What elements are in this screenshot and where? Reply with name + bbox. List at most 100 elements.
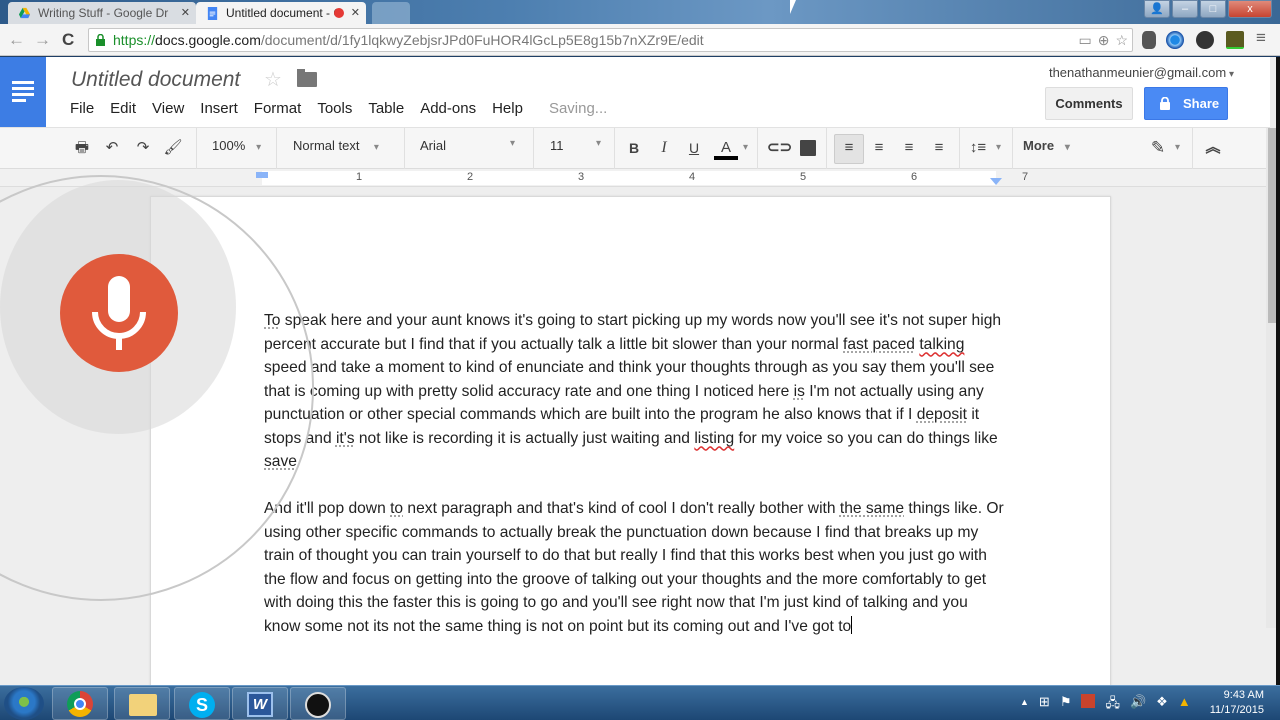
left-indent-handle[interactable]: [256, 172, 268, 178]
style-select[interactable]: Normal text ▾: [293, 138, 379, 153]
text-cursor: [851, 615, 853, 634]
comments-button[interactable]: Comments: [1045, 87, 1133, 120]
menu-addons[interactable]: Add-ons: [420, 100, 476, 117]
star-icon[interactable]: ☆: [264, 67, 282, 92]
chevron-down-icon[interactable]: ▾: [1175, 142, 1180, 153]
suggestion-word[interactable]: the same: [840, 500, 904, 517]
font-size-select[interactable]: 11 ▾: [550, 138, 606, 153]
reload-icon[interactable]: C: [62, 30, 74, 50]
extension-check-icon[interactable]: [1226, 31, 1244, 49]
misspelled-word[interactable]: talking: [919, 336, 964, 353]
chevron-down-icon[interactable]: ▾: [996, 142, 1001, 153]
lock-icon: [1160, 97, 1170, 110]
suggestion-word[interactable]: fast paced: [843, 336, 915, 353]
menu-insert[interactable]: Insert: [200, 100, 238, 117]
close-tab-icon[interactable]: ✕: [181, 2, 190, 24]
menu-format[interactable]: Format: [254, 100, 302, 117]
underline-button[interactable]: U: [684, 138, 704, 158]
align-left-icon[interactable]: ≡: [839, 138, 859, 158]
forward-icon[interactable]: →: [34, 30, 51, 50]
text-run: next paragraph and that's kind of cool I…: [403, 500, 840, 517]
tab-untitled-document[interactable]: Untitled document - G ✕: [196, 2, 366, 24]
close-window-button[interactable]: x: [1228, 0, 1272, 18]
chevron-down-icon[interactable]: ▾: [743, 142, 748, 153]
text-run: things like. Or using other specific com…: [264, 500, 1004, 635]
bold-button[interactable]: B: [624, 138, 644, 158]
document-title[interactable]: Untitled document: [71, 68, 240, 92]
misspelled-word[interactable]: listing: [694, 430, 734, 447]
save-status: Saving...: [548, 100, 608, 117]
zoom-select[interactable]: 100% ▾: [212, 138, 261, 153]
folder-icon[interactable]: [297, 69, 317, 87]
share-button[interactable]: Share: [1144, 87, 1228, 120]
new-tab-button[interactable]: [372, 2, 410, 24]
extension-eye-icon[interactable]: [1166, 31, 1184, 49]
show-hidden-icons[interactable]: ▲: [1020, 694, 1029, 716]
redo-icon[interactable]: ↷: [133, 138, 153, 158]
extension-spy-icon[interactable]: [1196, 31, 1214, 49]
italic-button[interactable]: I: [654, 138, 674, 158]
align-center-icon[interactable]: ≡: [869, 138, 889, 158]
account-email[interactable]: thenathanmeunier@gmail.com: [1049, 65, 1234, 80]
dropbox-icon[interactable]: ❖: [1156, 694, 1168, 716]
chevron-down-icon: ▾: [256, 142, 262, 153]
volume-icon[interactable]: 🔊: [1130, 694, 1146, 716]
undo-icon[interactable]: ↶: [102, 138, 122, 158]
suggestion-word[interactable]: it's: [336, 430, 355, 447]
taskbar-obs[interactable]: [290, 687, 346, 720]
playstation-icon[interactable]: [1081, 694, 1096, 708]
chrome-menu-icon[interactable]: ≡: [1256, 28, 1266, 48]
menu-view[interactable]: View: [152, 100, 184, 117]
network-icon[interactable]: 🖧: [1105, 694, 1120, 716]
zoom-icon[interactable]: ⊕: [1098, 29, 1110, 51]
justify-icon[interactable]: ≡: [929, 138, 949, 158]
paint-format-icon[interactable]: 🖌: [163, 138, 183, 158]
chevron-down-icon: ▾: [373, 142, 379, 153]
skype-icon: S: [189, 692, 215, 718]
menu-help[interactable]: Help: [492, 100, 523, 117]
menu-table[interactable]: Table: [368, 100, 404, 117]
print-icon[interactable]: 🖶: [72, 138, 92, 158]
close-tab-icon[interactable]: ✕: [351, 2, 360, 24]
maximize-button[interactable]: □: [1200, 0, 1226, 18]
camera-icon[interactable]: ▭: [1078, 29, 1091, 51]
menu-tools[interactable]: Tools: [317, 100, 352, 117]
editing-mode-pencil-icon[interactable]: ✎: [1148, 138, 1168, 158]
right-indent-handle[interactable]: [990, 178, 1002, 185]
link-icon[interactable]: ⊂⊃: [767, 138, 792, 158]
address-bar[interactable]: https://docs.google.com/document/d/1fy1l…: [88, 28, 1133, 52]
back-icon[interactable]: ←: [8, 30, 25, 50]
taskbar-word[interactable]: W: [232, 687, 288, 720]
menu-edit[interactable]: Edit: [110, 100, 136, 117]
collapse-toolbar-icon[interactable]: ︽: [1203, 138, 1223, 158]
taskbar-clock[interactable]: 9:43 AM 11/17/2015: [1210, 688, 1264, 718]
tab-writing-stuff[interactable]: Writing Stuff - Google Dr ✕: [8, 2, 196, 24]
taskbar-skype[interactable]: S: [174, 687, 230, 720]
evernote-extension-icon[interactable]: [1142, 31, 1156, 49]
text-color-button[interactable]: A: [714, 138, 738, 160]
google-drive-icon: [18, 7, 31, 19]
windows-icon[interactable]: ⊞: [1039, 694, 1050, 716]
taskbar-chrome[interactable]: [52, 687, 108, 720]
windows-start-button[interactable]: [4, 687, 44, 720]
menu-file[interactable]: File: [70, 100, 94, 117]
bookmark-star-icon[interactable]: ☆: [1115, 29, 1128, 51]
action-center-flag-icon[interactable]: ⚑: [1060, 694, 1072, 716]
more-button[interactable]: More ▾: [1023, 138, 1070, 153]
line-spacing-icon[interactable]: ↕≡: [968, 138, 988, 158]
google-drive-tray-icon[interactable]: ▲: [1178, 694, 1191, 716]
minimize-button[interactable]: –: [1172, 0, 1198, 18]
docs-home-button[interactable]: [0, 57, 46, 127]
toolbar-divider: [196, 128, 197, 170]
align-right-icon[interactable]: ≡: [899, 138, 919, 158]
comment-icon[interactable]: [800, 140, 816, 156]
taskbar-file-explorer[interactable]: [114, 687, 170, 720]
document-body[interactable]: To speak here and your aunt knows it's g…: [264, 309, 1004, 662]
folder-icon: [129, 694, 157, 716]
suggestion-word[interactable]: to: [390, 500, 403, 517]
suggestion-word[interactable]: is: [794, 383, 805, 400]
voice-typing-mic-button[interactable]: [60, 254, 178, 372]
suggestion-word[interactable]: deposit: [917, 406, 967, 423]
font-select[interactable]: Arial ▾: [420, 138, 520, 153]
profile-button[interactable]: 👤: [1144, 0, 1170, 18]
